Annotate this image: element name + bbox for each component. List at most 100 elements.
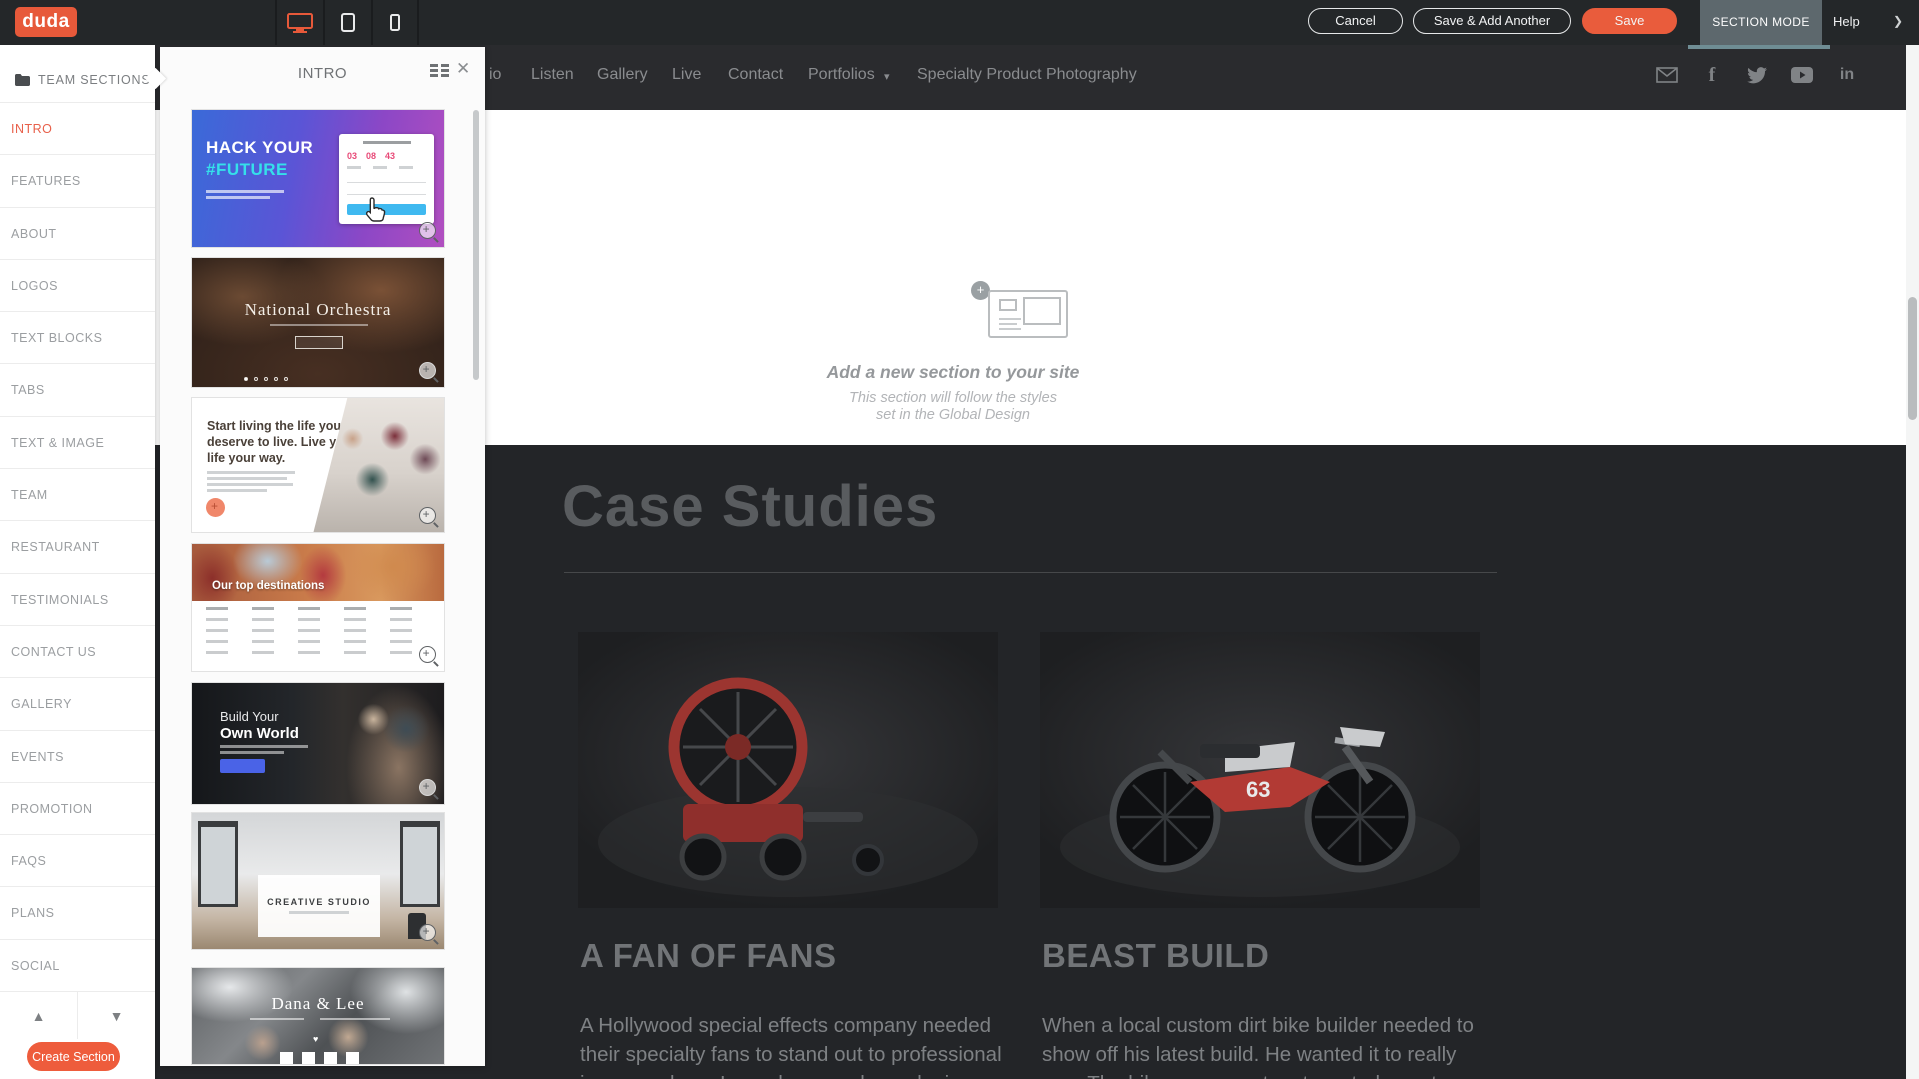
- facebook-icon[interactable]: f: [1700, 63, 1724, 87]
- duda-logo: duda: [15, 7, 77, 37]
- thumb-cta-button: [220, 759, 265, 773]
- sidebar-item-features[interactable]: FEATURES: [0, 155, 155, 207]
- chevron-down-icon[interactable]: ❯: [1893, 14, 1903, 28]
- sidebar-header: TEAM SECTIONS: [0, 60, 155, 100]
- youtube-icon[interactable]: [1790, 63, 1814, 87]
- desktop-preview-button[interactable]: [275, 0, 323, 45]
- nav-highlight-strip: [1688, 45, 1830, 49]
- zoom-preview-icon[interactable]: [419, 779, 436, 796]
- scroll-down-button[interactable]: ▼: [77, 992, 155, 1039]
- fan-case-study-text: A Hollywood special effects company need…: [580, 1011, 1014, 1079]
- thumb-cta-button: [295, 336, 343, 349]
- sidebar-pager: ▲ ▼: [0, 992, 155, 1039]
- sidebar-item-social[interactable]: SOCIAL: [0, 940, 155, 992]
- countdown-boxes: [280, 1052, 359, 1065]
- countdown-numbers: 030843: [347, 151, 395, 161]
- sidebar-item-restaurant[interactable]: RESTAURANT: [0, 521, 155, 573]
- sidebar-item-about[interactable]: ABOUT: [0, 208, 155, 260]
- zoom-preview-icon[interactable]: [419, 222, 436, 239]
- chevron-down-icon: ▾: [884, 70, 890, 83]
- sidebar-item-events[interactable]: EVENTS: [0, 731, 155, 783]
- section-thumb-dana-and-lee[interactable]: Dana & Lee ♥: [191, 967, 445, 1065]
- thumb-title: National Orchestra: [192, 300, 444, 320]
- sidebar-item-logos[interactable]: LOGOS: [0, 260, 155, 312]
- section-thumb-top-destinations[interactable]: Our top destinations: [191, 543, 445, 672]
- zoom-preview-icon[interactable]: [419, 924, 436, 941]
- section-thumb-start-living[interactable]: Start living the life you deserve to liv…: [191, 397, 445, 533]
- section-thumb-build-your-own-world[interactable]: Build Your Own World: [191, 682, 445, 805]
- grid-view-icon[interactable]: [430, 64, 449, 79]
- canvas-scrollbar[interactable]: [1906, 45, 1919, 1079]
- thumb-title: Dana & Lee: [192, 994, 444, 1014]
- bike-case-study-title: BEAST BUILD: [1042, 937, 1269, 975]
- sidebar-item-tabs[interactable]: TABS: [0, 364, 155, 416]
- close-icon[interactable]: ✕: [456, 59, 470, 79]
- sidebar-items: INTRO FEATURES ABOUT LOGOS TEXT BLOCKS T…: [0, 102, 155, 992]
- email-icon[interactable]: [1655, 63, 1679, 87]
- scroll-up-button[interactable]: ▲: [0, 992, 77, 1039]
- social-icons: f in: [1655, 63, 1859, 87]
- section-placeholder-icon: [988, 290, 1068, 338]
- nav-item-partial[interactable]: io: [489, 66, 501, 84]
- mobile-preview-button[interactable]: [371, 0, 419, 45]
- sidebar-item-intro[interactable]: INTRO: [0, 103, 155, 155]
- window-graphic: [198, 821, 238, 907]
- window-graphic: [400, 821, 440, 907]
- linkedin-icon[interactable]: in: [1835, 63, 1859, 87]
- mobile-icon: [390, 14, 400, 31]
- editor-topbar: duda Cancel Save & Add Another Save: [0, 0, 1919, 45]
- section-thumb-national-orchestra[interactable]: National Orchestra: [191, 257, 445, 388]
- sidebar-item-gallery[interactable]: GALLERY: [0, 678, 155, 730]
- studio-card: CREATIVE STUDIO: [258, 875, 380, 937]
- nav-item-contact[interactable]: Contact: [728, 66, 783, 84]
- sidebar-item-team[interactable]: TEAM: [0, 469, 155, 521]
- fan-case-study-title: A FAN OF FANS: [580, 937, 836, 975]
- sidebar-item-faqs[interactable]: FAQS: [0, 835, 155, 887]
- create-section-button[interactable]: Create Section: [27, 1042, 120, 1071]
- sidebar-item-text-blocks[interactable]: TEXT BLOCKS: [0, 312, 155, 364]
- case-studies-heading: Case Studies: [562, 473, 938, 540]
- sidebar-item-plans[interactable]: PLANS: [0, 887, 155, 939]
- section-thumb-creative-studio[interactable]: CREATIVE STUDIO: [191, 812, 445, 950]
- fan-case-study-image: [578, 632, 998, 908]
- sidebar-item-testimonials[interactable]: TESTIMONIALS: [0, 574, 155, 626]
- twitter-icon[interactable]: [1745, 63, 1769, 87]
- svg-text:63: 63: [1246, 777, 1270, 802]
- mouse-cursor-hand: [363, 196, 389, 231]
- thumb-title: HACK YOUR: [206, 138, 313, 158]
- save-add-another-button[interactable]: Save & Add Another: [1413, 8, 1571, 34]
- thumb-title: Our top destinations: [212, 580, 324, 592]
- canvas-scrollbar-thumb[interactable]: [1908, 297, 1917, 420]
- save-button[interactable]: Save: [1582, 8, 1677, 34]
- sidebar-header-label: TEAM SECTIONS: [38, 73, 151, 87]
- nav-item-portfolios[interactable]: Portfolios: [808, 66, 875, 84]
- zoom-preview-icon[interactable]: [419, 507, 436, 524]
- thumb-title-bold: Own World: [220, 725, 299, 742]
- bike-case-study-image: 63: [1040, 632, 1480, 908]
- zoom-preview-icon[interactable]: [419, 362, 436, 379]
- duda-editor-screen: io Listen Gallery Live Contact Portfolio…: [0, 0, 1919, 1079]
- device-preview-toggle: [275, 0, 419, 45]
- intro-sections-panel: INTRO ✕ HACK YOUR #FUTURE 030843: [160, 47, 485, 1066]
- nav-item-listen[interactable]: Listen: [531, 66, 574, 84]
- bike-case-study-text: When a local custom dirt bike builder ne…: [1042, 1011, 1476, 1079]
- cancel-button[interactable]: Cancel: [1308, 8, 1403, 34]
- desktop-icon: [287, 13, 313, 33]
- divider: [564, 572, 1497, 573]
- nav-item-gallery[interactable]: Gallery: [597, 66, 648, 84]
- nav-item-live[interactable]: Live: [672, 66, 701, 84]
- panel-scrollbar-thumb[interactable]: [473, 110, 479, 380]
- tablet-preview-button[interactable]: [323, 0, 371, 45]
- nav-item-specialty[interactable]: Specialty Product Photography: [917, 66, 1137, 84]
- section-thumb-hack-your-future[interactable]: HACK YOUR #FUTURE 030843: [191, 109, 445, 248]
- zoom-preview-icon[interactable]: [419, 646, 436, 663]
- help-menu[interactable]: Help: [1833, 14, 1860, 29]
- carousel-dots: [244, 377, 288, 381]
- tablet-icon: [341, 13, 355, 32]
- sidebar-item-contact-us[interactable]: CONTACT US: [0, 626, 155, 678]
- heart-icon: ♥: [313, 1034, 318, 1044]
- sections-sidebar: TEAM SECTIONS INTRO FEATURES ABOUT LOGOS…: [0, 45, 155, 1079]
- thumb-title: Build Your: [220, 709, 279, 724]
- sidebar-item-promotion[interactable]: PROMOTION: [0, 783, 155, 835]
- sidebar-item-text-image[interactable]: TEXT & IMAGE: [0, 417, 155, 469]
